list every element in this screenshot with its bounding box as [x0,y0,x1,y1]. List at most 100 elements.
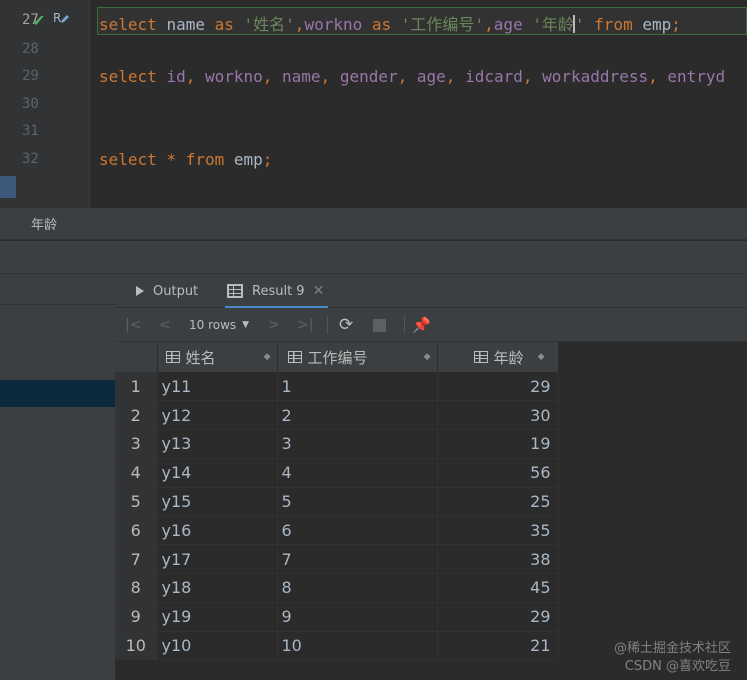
cell-age[interactable]: 19 [437,429,559,459]
code-token: select [99,15,157,34]
column-header-name[interactable]: 姓名 ◆ [157,342,278,372]
stop-icon[interactable] [373,308,386,342]
cell-name[interactable]: y13 [157,429,278,459]
pencil-icon[interactable] [60,14,70,24]
last-page-icon[interactable]: >| [297,308,313,342]
code-line-27[interactable]: select name as '姓名',workno as '工作编号',age… [99,11,681,35]
column-header-age[interactable]: 年龄 ◆ [437,342,559,372]
table-row[interactable]: 10 y10 10 21 [115,631,559,661]
column-icon [473,351,488,363]
code-token: '年龄 [532,15,574,34]
cell-name[interactable]: y10 [157,631,278,661]
cell-workno[interactable]: 4 [277,458,438,488]
column-header-workno[interactable]: 工作编号 ◆ [277,342,438,372]
tab-output[interactable]: Output [133,274,198,308]
cell-age[interactable]: 29 [437,602,559,632]
cell-name[interactable]: y19 [157,602,278,632]
table-row[interactable]: 4 y14 4 56 [115,458,559,488]
cell-workno[interactable]: 3 [277,429,438,459]
cell-name[interactable]: y17 [157,544,278,575]
cell-age[interactable]: 45 [437,573,559,603]
cell-workno[interactable]: 9 [277,602,438,632]
code-token: workaddress [542,67,649,86]
code-token: select [99,67,157,86]
cell-name[interactable]: y11 [157,372,278,402]
sort-icon[interactable]: ◆ [538,352,545,362]
services-tree-panel [0,241,115,680]
table-icon [227,284,243,298]
cell-workno[interactable]: 7 [277,544,438,575]
code-line-32[interactable]: select * from emp; [99,150,272,169]
cell-age[interactable]: 25 [437,487,559,517]
code-token: , [320,67,340,86]
selected-tree-node[interactable] [0,380,115,407]
close-icon[interactable]: ✕ [313,283,325,299]
cell-name[interactable]: y16 [157,515,278,546]
column-header-label: 工作编号 [307,348,368,367]
code-token: from [594,15,633,34]
previous-page-icon[interactable]: < [159,308,171,342]
cell-name[interactable]: y14 [157,458,278,488]
column-icon [287,351,302,363]
row-number: 3 [115,429,158,459]
header-row: 姓名 ◆ 工作编号 ◆ 年龄 ◆ [115,342,559,372]
console-icon [136,286,144,296]
row-number: 7 [115,544,158,575]
cell-name[interactable]: y15 [157,487,278,517]
cell-workno[interactable]: 2 [277,400,438,431]
watermark-bottom: CSDN @喜欢吃豆 [624,659,731,674]
breadcrumb[interactable]: 年龄 [31,214,57,233]
result-grid[interactable]: 姓名 ◆ 工作编号 ◆ 年龄 ◆ 1 y11 1 29 2 y12 2 30 3… [115,342,747,680]
pin-icon[interactable]: 📌 [412,308,431,342]
first-page-icon[interactable]: |< [125,308,141,342]
cell-age[interactable]: 30 [437,400,559,431]
cell-age[interactable]: 29 [437,372,559,402]
tab-output-label: Output [153,283,199,299]
next-page-icon[interactable]: > [268,308,280,342]
cell-name[interactable]: y18 [157,573,278,603]
code-token: as [371,15,392,34]
cell-age[interactable]: 21 [437,631,559,661]
tab-result[interactable]: Result 9 ✕ [224,274,329,309]
table-row[interactable]: 7 y17 7 38 [115,544,559,575]
table-row[interactable]: 2 y12 2 30 [115,400,559,431]
sort-icon[interactable]: ◆ [424,352,431,362]
row-number: 4 [115,458,158,488]
page-size-dropdown[interactable]: 10 rows ▼ [189,308,249,342]
table-row[interactable]: 9 y19 9 29 [115,602,559,632]
result-toolbar: |< < 10 rows ▼ > >| ⟳ 📌 [115,308,747,342]
column-header-label: 年龄 [493,348,524,367]
cell-workno[interactable]: 8 [277,573,438,603]
sort-icon[interactable]: ◆ [264,352,271,362]
line-number: 30 [22,96,39,112]
cell-age[interactable]: 38 [437,544,559,575]
cell-age[interactable]: 56 [437,458,559,488]
refresh-icon[interactable]: ⟳ [339,308,353,342]
table-row[interactable]: 1 y11 1 29 [115,372,559,402]
cell-age[interactable]: 35 [437,515,559,546]
cell-workno[interactable]: 6 [277,515,438,546]
table-row[interactable]: 8 y18 8 45 [115,573,559,603]
cell-workno[interactable]: 1 [277,372,438,402]
breadcrumb-bar: 年龄 [0,208,747,240]
code-token: , [648,67,668,86]
code-line-29[interactable]: select id, workno, name, gender, age, id… [99,67,725,86]
row-number: 1 [115,372,158,402]
table-row[interactable]: 6 y16 6 35 [115,515,559,546]
cell-name[interactable]: y12 [157,400,278,431]
sql-editor[interactable]: 27 ✔ R 28 29 30 31 32 select name as '姓名… [0,0,747,208]
table-row[interactable]: 3 y13 3 19 [115,429,559,459]
table-row[interactable]: 5 y15 5 25 [115,487,559,517]
cell-workno[interactable]: 10 [277,631,438,661]
code-token: , [294,15,305,34]
cell-workno[interactable]: 5 [277,487,438,517]
